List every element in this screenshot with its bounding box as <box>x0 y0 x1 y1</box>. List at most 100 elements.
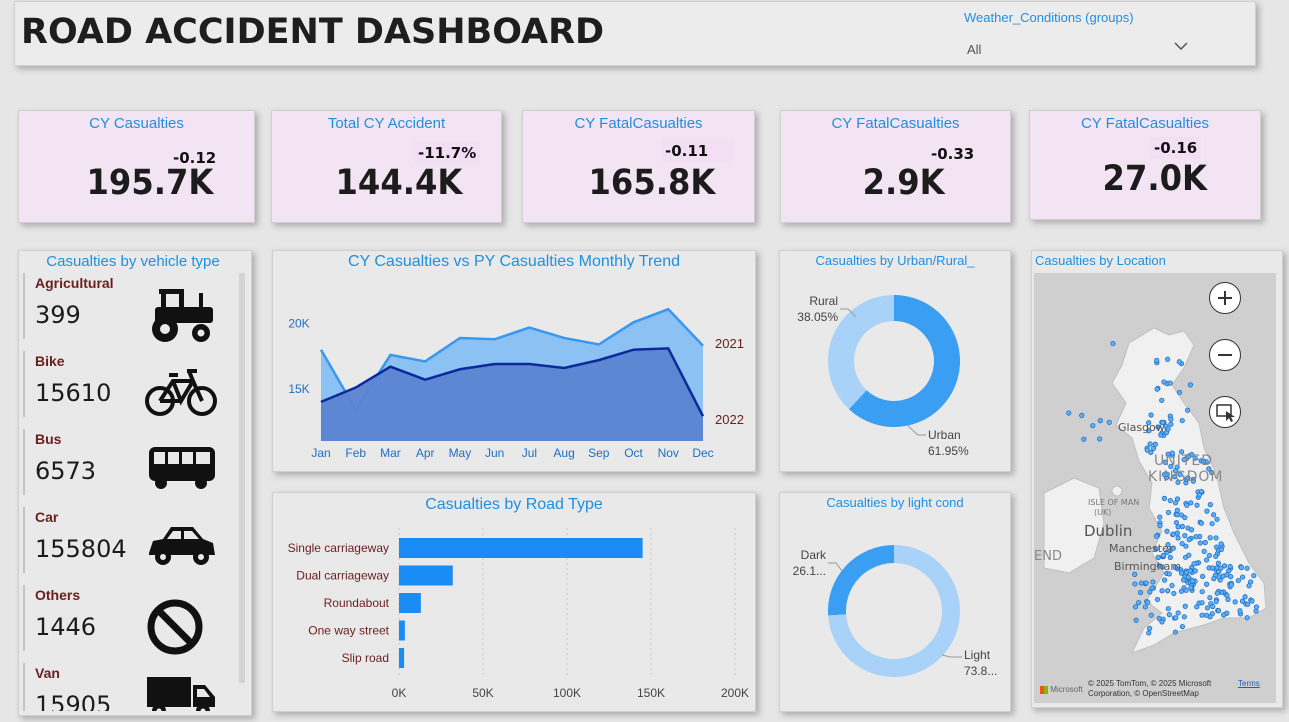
map-point <box>1165 606 1171 612</box>
road-type-chart[interactable]: Casualties by Road Type 0K 50K 100K 150K 200… <box>272 492 756 712</box>
vehicle-name: Bus <box>35 431 62 447</box>
map-point <box>1187 568 1193 574</box>
map-point <box>1145 599 1151 605</box>
vehicle-count: 15610 <box>35 379 112 407</box>
monthly-trend-chart[interactable]: CY Casualties vs PY Casualties Monthly T… <box>272 250 756 472</box>
map-point <box>1196 492 1202 498</box>
list-item[interactable]: Van 15905 <box>23 661 233 711</box>
prohibited-icon <box>147 599 203 655</box>
map-point <box>1169 582 1175 589</box>
kpi-card-cy-fatal-casualties-3[interactable]: CY FatalCasualties -0.16 27.0K <box>1029 110 1261 220</box>
slice-label: Light <box>964 648 991 662</box>
category-label: One way street <box>308 624 389 638</box>
map-point <box>1253 604 1260 610</box>
map-point <box>1239 574 1246 580</box>
microsoft-logo-icon <box>1040 685 1048 694</box>
light-cond-donut: Dark 26.1... Light 73.8... <box>793 545 997 678</box>
x-tick-label: 50K <box>472 686 493 700</box>
zoom-in-button[interactable] <box>1209 282 1241 314</box>
category-label: Dual carriageway <box>296 569 389 583</box>
minus-icon <box>1218 354 1232 356</box>
map-point <box>1159 397 1165 403</box>
map-point <box>1161 379 1167 385</box>
map-point <box>1199 600 1205 606</box>
vehicle-name: Van <box>35 665 60 681</box>
map-label-glasgow: Glasgow <box>1118 421 1165 434</box>
map-label-manchester: Manchester <box>1109 542 1174 555</box>
map-point <box>1210 603 1216 610</box>
map-point <box>1203 612 1210 618</box>
vehicle-count: 6573 <box>35 457 97 485</box>
map-point <box>1165 509 1172 516</box>
map-point <box>1215 608 1222 614</box>
kpi-delta: -0.11 <box>661 140 733 162</box>
select-area-button[interactable] <box>1209 396 1241 428</box>
map-point <box>1182 533 1188 539</box>
bicycle-icon <box>145 369 217 416</box>
map-point <box>1146 630 1152 636</box>
item-divider <box>23 585 25 651</box>
map-point <box>1176 389 1183 395</box>
map-point <box>1178 588 1185 594</box>
map-terms-link[interactable]: Terms <box>1238 679 1260 688</box>
urban-rural-chart[interactable]: Casualties by Urban/Rural_ Rural 38.05% Ur… <box>779 250 1011 472</box>
y-tick-label: 20K <box>288 317 309 331</box>
list-item[interactable]: Others 1446 <box>23 583 233 659</box>
list-item[interactable]: Car 155804 <box>23 505 233 581</box>
y-tick-label: 15K <box>288 382 309 396</box>
map-point <box>1194 502 1200 508</box>
map-point <box>1245 601 1251 607</box>
kpi-value: 195.7K <box>86 163 214 203</box>
map-point <box>1164 528 1170 534</box>
kpi-value: 27.0K <box>1102 159 1207 199</box>
list-item[interactable]: Bus 6573 <box>23 427 233 503</box>
map-point <box>1193 534 1199 540</box>
map-point <box>1154 386 1160 392</box>
bar <box>399 620 405 641</box>
map-point <box>1232 599 1238 605</box>
item-divider <box>23 273 25 339</box>
x-tick-label: Aug <box>553 446 574 460</box>
kpi-card-cy-fatal-casualties-2[interactable]: CY FatalCasualties -0.33 2.9K <box>780 110 1011 223</box>
slice-label: Dark <box>801 548 827 562</box>
header-bar: ROAD ACCIDENT DASHBOARD Weather_Conditio… <box>14 1 1256 66</box>
weather-slicer-value[interactable]: All <box>967 42 981 57</box>
x-tick-label: 100K <box>553 686 581 700</box>
map-point <box>1218 541 1224 547</box>
map-point <box>1079 412 1085 418</box>
location-map-panel: Casualties by Location Glasgow UNITED KI… <box>1031 250 1283 708</box>
x-tick-label: May <box>449 446 472 460</box>
light-cond-chart[interactable]: Casualties by light cond Dark 26.1... Ligh… <box>779 492 1011 712</box>
road-chart-svg: 0K 50K 100K 150K 200K Single carriageway Dual … <box>288 528 749 700</box>
map-point <box>1159 619 1165 625</box>
map-point <box>1242 594 1248 600</box>
map-point <box>1218 546 1224 553</box>
x-tick-label: 200K <box>721 686 749 700</box>
kpi-card-total-cy-accident[interactable]: Total CY Accident -11.7% 144.4K <box>271 110 502 223</box>
map-point <box>1181 614 1187 620</box>
bar <box>399 648 405 668</box>
map-point <box>1136 600 1142 606</box>
map-point <box>1204 581 1210 587</box>
kpi-card-cy-casualties[interactable]: CY Casualties -0.12 195.7K <box>18 110 255 223</box>
chevron-down-icon[interactable] <box>1173 38 1189 54</box>
map-point <box>1173 519 1180 526</box>
map-point <box>1207 535 1213 541</box>
map-label-end: END <box>1034 549 1062 564</box>
map-point <box>1183 543 1189 549</box>
list-item[interactable]: Agricultural 399 <box>23 271 233 347</box>
scrollbar-track[interactable] <box>239 273 245 683</box>
map-point <box>1167 497 1173 504</box>
slice-pct-label: 38.05% <box>797 310 838 324</box>
x-tick-label: 0K <box>392 686 407 700</box>
vehicle-type-panel: Casualties by vehicle type Agricultural … <box>18 250 252 716</box>
zoom-out-button[interactable] <box>1209 339 1241 371</box>
kpi-card-cy-fatal-casualties-1[interactable]: CY FatalCasualties -0.11 165.8K <box>522 110 755 223</box>
uk-map[interactable]: Glasgow UNITED KINGDOM ISLE OF MAN (UK) … <box>1034 273 1276 703</box>
list-item[interactable]: Bike 15610 <box>23 349 233 425</box>
map-point <box>1226 568 1232 574</box>
map-point <box>1166 612 1172 618</box>
map-label-united: UNITED <box>1154 453 1213 469</box>
map-point <box>1180 577 1187 583</box>
page-title: ROAD ACCIDENT DASHBOARD <box>21 12 605 52</box>
